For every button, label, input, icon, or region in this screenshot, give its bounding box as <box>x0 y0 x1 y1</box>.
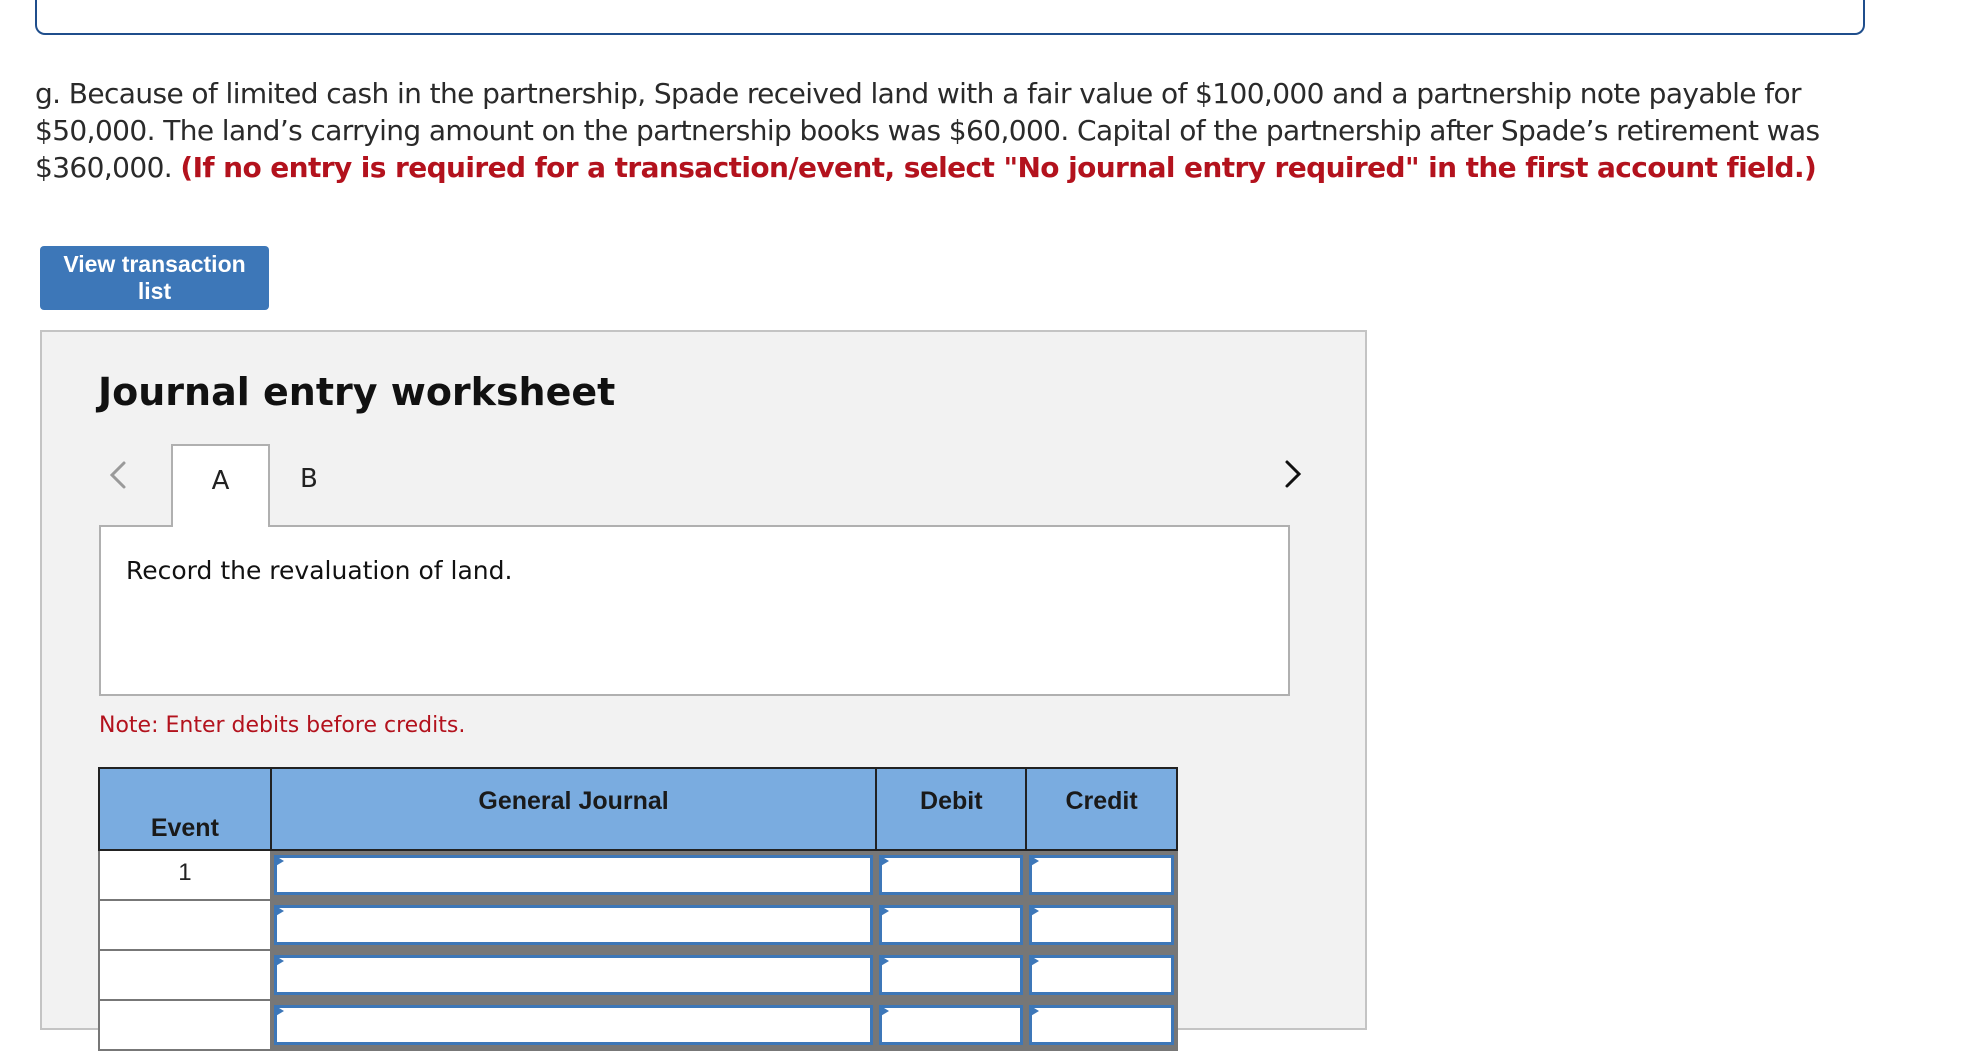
account-field[interactable] <box>273 905 874 945</box>
account-field[interactable] <box>273 955 874 995</box>
table-row <box>98 899 1178 951</box>
previous-answer-box <box>35 0 1865 35</box>
tab-b-label: B <box>300 464 318 494</box>
worksheet-title: Journal entry worksheet <box>98 370 616 414</box>
account-field[interactable] <box>273 855 874 895</box>
table-header-row: Event General Journal Debit Credit <box>98 767 1178 851</box>
event-cell <box>98 899 272 951</box>
question-text: g. Because of limited cash in the partne… <box>35 75 1905 186</box>
debit-field[interactable] <box>879 955 1024 995</box>
debit-field[interactable] <box>879 905 1024 945</box>
table-row <box>98 949 1178 1001</box>
account-field[interactable] <box>273 1005 874 1045</box>
credit-field[interactable] <box>1029 1005 1174 1045</box>
tab-b[interactable]: B <box>300 464 318 494</box>
debit-field[interactable] <box>879 855 1024 895</box>
event-cell <box>98 999 272 1051</box>
question-instruction: (If no entry is required for a transacti… <box>180 151 1817 184</box>
tab-a[interactable]: A <box>171 444 270 527</box>
header-event: Event <box>98 767 272 851</box>
credit-field[interactable] <box>1029 955 1174 995</box>
chevron-right-icon[interactable] <box>1282 458 1304 490</box>
chevron-left-icon[interactable] <box>104 459 134 491</box>
credit-field[interactable] <box>1029 855 1174 895</box>
view-transaction-list-button[interactable]: View transaction list <box>40 246 269 310</box>
entry-description-box <box>99 525 1290 696</box>
debit-credit-note: Note: Enter debits before credits. <box>99 713 466 738</box>
general-journal-table: Event General Journal Debit Credit 1 <box>98 767 1178 1051</box>
event-cell <box>98 949 272 1001</box>
header-credit: Credit <box>1025 767 1178 851</box>
table-row: 1 <box>98 849 1178 901</box>
credit-field[interactable] <box>1029 905 1174 945</box>
tab-a-label: A <box>211 466 230 496</box>
header-debit: Debit <box>875 767 1028 851</box>
table-row <box>98 999 1178 1051</box>
header-general-journal: General Journal <box>269 767 878 851</box>
event-cell: 1 <box>98 849 272 901</box>
debit-field[interactable] <box>879 1005 1024 1045</box>
entry-description: Record the revaluation of land. <box>126 556 513 585</box>
